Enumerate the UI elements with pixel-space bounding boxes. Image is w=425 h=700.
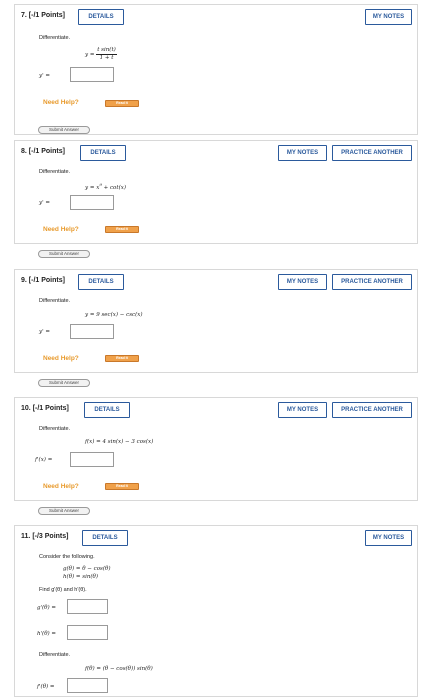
details-button[interactable]: DETAILS [82,530,128,546]
answer-input[interactable] [70,452,114,467]
h-prime-label: h'(θ) = [37,631,57,637]
details-button[interactable]: DETAILS [78,274,124,290]
question-header: 8. [-/1 Points] DETAILS MY NOTES PRACTIC… [15,141,417,165]
instruction-text: Differentiate. [39,298,71,304]
details-button[interactable]: DETAILS [80,145,126,161]
instruction-text: Differentiate. [39,652,71,658]
answer-label: y' = [39,73,50,79]
question-7: 7. [-/1 Points] DETAILS MY NOTES Differe… [14,4,418,135]
consider-text: Consider the following. [39,554,95,560]
answer-input[interactable] [70,324,114,339]
equation: y = 9 sec(x) − csc(x) [85,312,143,318]
g-prime-label: g'(θ) = [37,605,56,611]
need-help-label: Need Help? [43,226,79,233]
question-header: 9. [-/1 Points] DETAILS MY NOTES PRACTIC… [15,270,417,294]
equation: y = t sin(t) 1 + t [85,47,117,61]
details-button[interactable]: DETAILS [84,402,130,418]
equation-h: h(θ) = sin(θ) [63,574,98,580]
practice-another-button[interactable]: PRACTICE ANOTHER [332,402,412,418]
answer-input[interactable] [70,195,114,210]
read-it-button[interactable]: Read It [105,226,139,233]
f-prime-label: f'(θ) = [37,684,55,690]
answer-label: y' = [39,329,50,335]
practice-another-button[interactable]: PRACTICE ANOTHER [332,274,412,290]
question-number: 10. [-/1 Points] [21,405,69,412]
answer-label: f'(x) = [35,457,53,463]
g-prime-input[interactable] [67,599,108,614]
instruction-text: Differentiate. [39,35,71,41]
equation-g: g(θ) = θ − cos(θ) [63,566,111,572]
need-help-label: Need Help? [43,355,79,362]
question-header: 7. [-/1 Points] DETAILS MY NOTES [15,5,417,29]
question-11: 11. [-/3 Points] DETAILS MY NOTES Consid… [14,525,418,697]
submit-answer-button[interactable]: Submit Answer [38,379,90,387]
details-button[interactable]: DETAILS [78,9,124,25]
my-notes-button[interactable]: MY NOTES [278,274,327,290]
question-9: 9. [-/1 Points] DETAILS MY NOTES PRACTIC… [14,269,418,387]
need-help-label: Need Help? [43,99,79,106]
read-it-button[interactable]: Read It [105,355,139,362]
my-notes-button[interactable]: MY NOTES [365,9,412,25]
submit-answer-button[interactable]: Submit Answer [38,250,90,258]
question-number: 11. [-/3 Points] [21,533,69,540]
question-number: 9. [-/1 Points] [21,277,65,284]
answer-label: y' = [39,200,50,206]
h-prime-input[interactable] [67,625,108,640]
question-10: 10. [-/1 Points] DETAILS MY NOTES PRACTI… [14,397,418,515]
instruction-text: Differentiate. [39,426,71,432]
practice-another-button[interactable]: PRACTICE ANOTHER [332,145,412,161]
f-prime-input[interactable] [67,678,108,693]
my-notes-button[interactable]: MY NOTES [278,402,327,418]
my-notes-button[interactable]: MY NOTES [278,145,327,161]
my-notes-button[interactable]: MY NOTES [365,530,412,546]
submit-answer-button[interactable]: Submit Answer [38,507,90,515]
find-text: Find g'(θ) and h'(θ). [39,587,87,593]
question-header: 11. [-/3 Points] DETAILS MY NOTES [15,526,417,550]
submit-answer-button[interactable]: Submit Answer [38,126,90,134]
question-number: 8. [-/1 Points] [21,148,65,155]
equation: y = x9 + cot(x) [85,182,126,191]
equation-f: f(θ) = (θ − cos(θ)) sin(θ) [85,666,153,672]
question-number: 7. [-/1 Points] [21,12,65,19]
question-8: 8. [-/1 Points] DETAILS MY NOTES PRACTIC… [14,140,418,258]
instruction-text: Differentiate. [39,169,71,175]
read-it-button[interactable]: Read It [105,100,139,107]
answer-input[interactable] [70,67,114,82]
question-header: 10. [-/1 Points] DETAILS MY NOTES PRACTI… [15,398,417,422]
equation: f(x) = 4 sin(x) − 3 cos(x) [85,439,154,445]
read-it-button[interactable]: Read It [105,483,139,490]
need-help-label: Need Help? [43,483,79,490]
